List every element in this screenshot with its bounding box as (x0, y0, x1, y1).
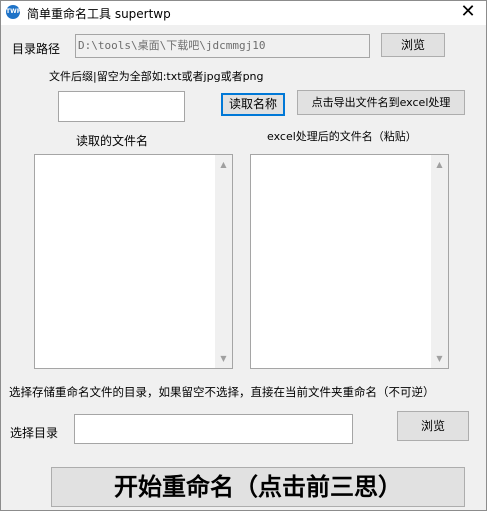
window-title: 简单重命名工具 supertwp (27, 7, 171, 21)
excel-files-title: excel处理后的文件名（粘贴） (267, 130, 417, 143)
output-dir-input[interactable] (74, 414, 353, 444)
app-logo-icon: TWP (6, 5, 21, 19)
dir-path-label: 目录路径 (12, 42, 61, 56)
start-rename-button[interactable]: 开始重命名（点击前三思） (51, 467, 465, 507)
read-files-scrollbar[interactable]: ▲ ▼ (215, 155, 232, 368)
suffix-hint-text: 文件后缀|留空为全部如:txt或者jpg或者png (49, 70, 264, 83)
app-window: TWP 简单重命名工具 supertwp ✕ 目录路径 D:\tools\桌面\… (0, 0, 487, 511)
read-names-button[interactable]: 读取名称 (221, 93, 285, 116)
export-to-excel-button[interactable]: 点击导出文件名到excel处理 (297, 90, 465, 115)
scroll-down-icon[interactable]: ▼ (215, 350, 232, 367)
excel-files-scrollbar[interactable]: ▲ ▼ (431, 155, 448, 368)
scroll-down-icon[interactable]: ▼ (431, 350, 448, 367)
dir-path-field[interactable]: D:\tools\桌面\下载吧\jdcmmgj10 (75, 34, 370, 58)
dir-browse-button[interactable]: 浏览 (381, 33, 445, 57)
scroll-up-icon[interactable]: ▲ (215, 156, 232, 173)
suffix-input[interactable] (58, 91, 185, 122)
close-icon[interactable]: ✕ (458, 2, 478, 22)
title-bar: TWP 简单重命名工具 supertwp ✕ (1, 1, 486, 25)
output-browse-button[interactable]: 浏览 (397, 411, 469, 441)
scroll-up-icon[interactable]: ▲ (431, 156, 448, 173)
excel-files-list[interactable]: ▲ ▼ (250, 154, 449, 369)
read-files-title: 读取的文件名 (76, 134, 149, 148)
output-dir-hint-text: 选择存储重命名文件的目录，如果留空不选择，直接在当前文件夹重命名（不可逆） (9, 385, 435, 399)
output-dir-label: 选择目录 (10, 426, 59, 440)
read-files-list[interactable]: ▲ ▼ (34, 154, 233, 369)
